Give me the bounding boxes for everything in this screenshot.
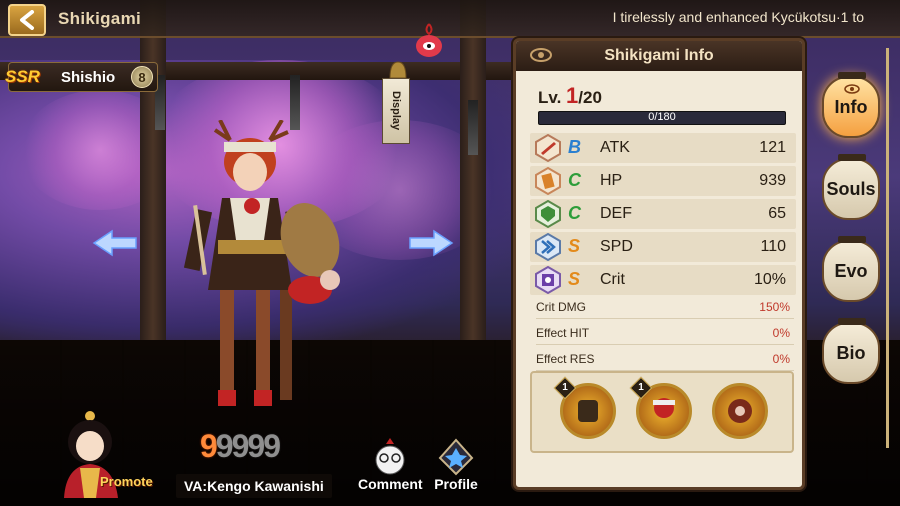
exp-bar: 0/180 [538,111,786,125]
minor-stat-effect-hit: Effect HIT 0% [536,323,794,345]
minor-stat-crit-dmg: Crit DMG 150% [536,297,794,319]
stat-row-atk: B ATK 121 [530,133,796,163]
next-character-arrow-icon[interactable] [408,228,454,258]
character-model[interactable] [160,120,350,430]
skill-slot-1[interactable]: 1 [553,376,616,439]
comment-mascot-icon [375,438,405,475]
promote-label: Promote [100,474,153,489]
minor-stat-effect-res: Effect RES 0% [536,349,794,371]
voice-actor-label[interactable]: VA:Kengo Kawanishi [176,474,332,498]
display-plaque: Display [382,78,410,144]
hanging-lantern [468,100,478,155]
stat-row-hp: C HP 939 [530,166,796,196]
stat-label: Crit [600,271,625,288]
tab-info[interactable]: Info [822,72,880,138]
exp-text: 0/180 [648,111,676,123]
tab-evo[interactable]: Evo [822,236,880,302]
stamina-counter: 99999 [200,428,281,464]
hp-icon [535,167,561,195]
crit-icon [535,266,561,294]
panel-title: Shikigami Info [604,47,714,64]
star-badge: 8 [131,66,153,88]
speed-icon [535,233,561,261]
stat-value: 121 [759,139,786,156]
stat-row-def: C DEF 65 [530,199,796,229]
rarity-badge: SSR [5,67,40,86]
attack-icon [535,134,561,162]
defense-icon [535,200,561,228]
stat-value: 110 [760,238,786,255]
display-sign[interactable]: Display [378,58,418,158]
stat-grade: B [568,137,581,157]
back-button[interactable] [8,4,46,36]
bell-icon [389,61,407,79]
previous-character-arrow-icon[interactable] [92,228,138,258]
level-current: 1 [566,83,579,108]
top-bar: Shikigami I tirelessly and enhanced Kycü… [0,0,900,38]
back-arrow-icon [20,10,34,30]
stat-grade: S [568,236,581,256]
shikigami-info-panel: Shikigami Info Lv. 1/20 0/180 B ATK 121 … [513,38,805,490]
drum-skill-icon [728,399,752,423]
skills-box: 1 1 [530,371,794,453]
level-display: Lv. 1/20 [538,83,602,108]
page-title: Shikigami [58,9,142,28]
eye-charm-icon[interactable] [414,22,444,66]
eye-icon [844,84,860,94]
profile-button[interactable]: Profile [424,438,488,498]
stat-value: 65 [768,205,786,222]
wooden-pillar [460,0,486,360]
profile-star-icon [438,438,474,476]
lantern-rope [886,48,889,448]
stat-grade: C [568,203,581,223]
stat-value: 939 [759,172,786,189]
skill-slot-2[interactable]: 1 [629,376,692,439]
stat-label: ATK [600,139,630,156]
stat-row-spd: S SPD 110 [530,232,796,262]
stat-row-crit: S Crit 10% [530,265,796,295]
character-name: Shishio [61,69,116,86]
panel-header: Shikigami Info [516,41,802,71]
tab-souls[interactable]: Souls [822,154,880,220]
stat-label: DEF [600,205,632,222]
comment-button[interactable]: Comment [358,438,423,498]
stat-label: HP [600,172,623,189]
stat-grade: C [568,170,581,190]
character-nameplate: SSR Shishio 8 [5,62,158,92]
stat-grade: S [568,269,581,289]
skill-slot-3[interactable] [712,383,768,439]
stat-value: 10% [753,271,786,288]
stat-label: SPD [600,238,633,255]
promote-button[interactable]: Promote [56,408,156,500]
tab-bio[interactable]: Bio [822,318,880,384]
news-marquee: I tirelessly and enhanced Kycükotsu·1 to [612,9,864,25]
level-max: /20 [578,88,602,107]
